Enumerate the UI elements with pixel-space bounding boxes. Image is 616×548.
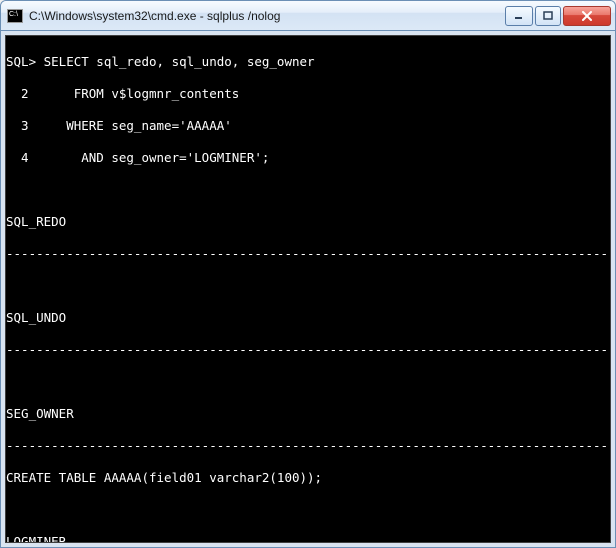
sql-line-3: 3 WHERE seg_name='AAAAA' (6, 118, 610, 134)
column-header-redo: SQL_REDO (6, 214, 610, 230)
blank-line (6, 374, 610, 390)
window-buttons (503, 6, 611, 26)
cmd-icon: C:\ (7, 9, 23, 23)
result-row: LOGMINER (6, 534, 610, 542)
divider: ----------------------------------------… (6, 438, 610, 454)
maximize-button[interactable] (535, 6, 561, 26)
column-header-owner: SEG_OWNER (6, 406, 610, 422)
terminal-content: SQL> SELECT sql_redo, sql_undo, seg_owne… (5, 35, 611, 543)
blank-line (6, 278, 610, 294)
blank-line (6, 502, 610, 518)
divider: ----------------------------------------… (6, 342, 610, 358)
terminal-scroll[interactable]: SQL> SELECT sql_redo, sql_undo, seg_owne… (6, 36, 610, 542)
terminal-output[interactable]: SQL> SELECT sql_redo, sql_undo, seg_owne… (6, 36, 610, 542)
minimize-button[interactable] (505, 6, 533, 26)
result-row: CREATE TABLE AAAAA(field01 varchar2(100)… (6, 470, 610, 486)
sql-line-4: 4 AND seg_owner='LOGMINER'; (6, 150, 610, 166)
column-header-undo: SQL_UNDO (6, 310, 610, 326)
sql-prompt-line: SQL> SELECT sql_redo, sql_undo, seg_owne… (6, 54, 610, 70)
titlebar[interactable]: C:\ C:\Windows\system32\cmd.exe - sqlplu… (1, 1, 615, 31)
blank-line (6, 182, 610, 198)
window-title: C:\Windows\system32\cmd.exe - sqlplus /n… (29, 9, 503, 23)
close-button[interactable] (563, 6, 611, 26)
sql-line-2: 2 FROM v$logmnr_contents (6, 86, 610, 102)
divider: ----------------------------------------… (6, 246, 610, 262)
app-window: C:\ C:\Windows\system32\cmd.exe - sqlplu… (0, 0, 616, 548)
